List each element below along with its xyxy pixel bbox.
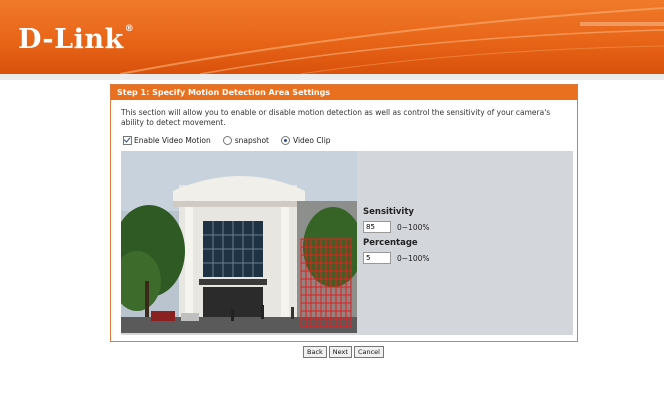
detection-area: Sensitivity 0~100% Percentage 0~100% [121, 151, 573, 335]
next-button[interactable]: Next [328, 346, 352, 358]
camera-image [121, 151, 357, 333]
enable-video-motion-option[interactable]: Enable Video Motion [123, 136, 211, 145]
cancel-button[interactable]: Cancel [353, 346, 384, 358]
motion-options: Enable Video Motion snapshot Video Clip [123, 136, 343, 145]
motion-detection-grid[interactable] [300, 238, 352, 328]
header-underline [0, 74, 664, 80]
video-clip-option[interactable]: Video Clip [280, 136, 331, 145]
snapshot-radio[interactable] [222, 136, 232, 145]
sensitivity-label: Sensitivity [363, 207, 414, 217]
wizard-buttons: Back Next Cancel [303, 346, 384, 358]
percentage-input[interactable] [363, 252, 391, 264]
snapshot-label: snapshot [234, 136, 269, 145]
motion-detection-panel: Step 1: Specify Motion Detection Area Se… [110, 84, 578, 342]
header-banner: D-Link® [0, 0, 664, 74]
enable-video-motion-checkbox[interactable] [123, 136, 132, 145]
percentage-label: Percentage [363, 238, 418, 248]
sensitivity-range: 0~100% [397, 222, 430, 232]
step-title: Step 1: Specify Motion Detection Area Se… [111, 85, 577, 100]
sensitivity-input[interactable] [363, 221, 391, 233]
video-clip-label: Video Clip [292, 136, 331, 145]
sensitivity-settings: Sensitivity 0~100% Percentage 0~100% [363, 207, 430, 269]
step-description: This section will allow you to enable or… [121, 108, 551, 127]
dlink-logo: D-Link® [18, 24, 135, 55]
enable-video-motion-label: Enable Video Motion [134, 136, 211, 145]
percentage-range: 0~100% [397, 253, 430, 263]
video-clip-radio[interactable] [280, 136, 290, 145]
camera-preview[interactable] [121, 151, 357, 333]
snapshot-option[interactable]: snapshot [222, 136, 269, 145]
back-button[interactable]: Back [303, 346, 327, 358]
